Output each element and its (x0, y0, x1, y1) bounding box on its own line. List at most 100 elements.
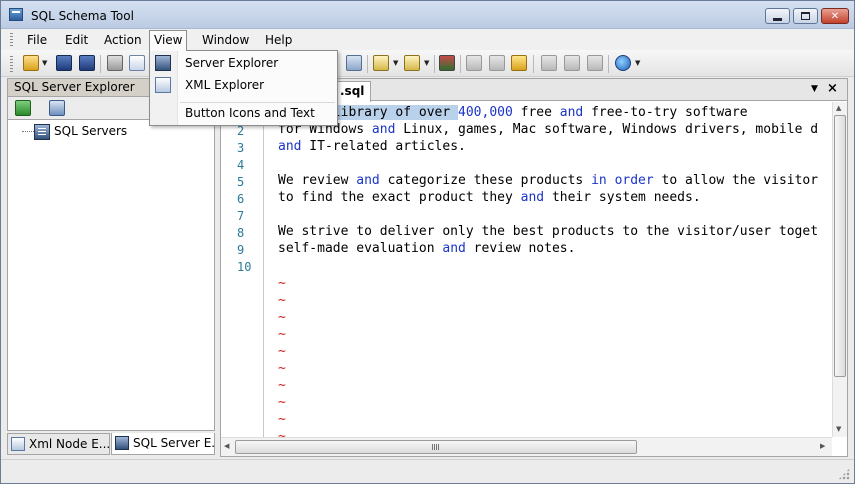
cut-icon[interactable] (107, 55, 123, 71)
vertical-scroll-thumb[interactable] (834, 115, 846, 377)
document-tab[interactable]: .sql (333, 81, 372, 102)
empty-line-marker: ~ (278, 276, 286, 291)
code-token: 400,000 (458, 105, 513, 120)
compare-icon[interactable] (346, 55, 362, 71)
tab-sql-server-explorer[interactable]: SQL Server E... (111, 433, 215, 455)
code-token: free-to-try software (583, 105, 748, 120)
xml-node-icon (11, 437, 25, 451)
code-token: self-made evaluation (278, 241, 443, 256)
line-number: 5 (237, 175, 245, 189)
sync-icon[interactable] (541, 55, 557, 71)
window-title: SQL Schema Tool (31, 9, 134, 23)
keyword-token: and (371, 122, 396, 137)
status-bar (1, 459, 854, 483)
toolbar-grip[interactable] (10, 56, 13, 72)
close-button[interactable]: ✕ (821, 8, 849, 24)
gutter-divider (263, 102, 264, 437)
minimize-button[interactable] (765, 8, 790, 24)
browser-icon[interactable] (615, 55, 631, 71)
empty-line-marker: ~ (278, 327, 286, 342)
menu-file[interactable]: File (23, 32, 51, 48)
keyword-token: and (559, 105, 584, 120)
code-line: self-made evaluation and review notes. (278, 241, 575, 256)
scroll-right-icon[interactable]: ▶ (820, 442, 825, 450)
maximize-button[interactable] (793, 8, 818, 24)
filter-icon[interactable] (564, 55, 580, 71)
code-token: free (512, 105, 560, 120)
line-number-gutter: 12345678910 (221, 102, 265, 437)
empty-line-marker: ~ (278, 293, 286, 308)
open-dropdown-icon[interactable]: ▼ (42, 59, 47, 67)
tab-xml-node-explorer[interactable]: Xml Node E... (7, 433, 110, 455)
menu-view[interactable]: View (149, 30, 188, 51)
code-token: to find the exact product they (278, 190, 521, 205)
code-token: to allow the visitor (653, 173, 819, 188)
empty-line-marker: ~ (278, 344, 286, 359)
menu-grip[interactable] (10, 33, 13, 46)
database-icon[interactable] (511, 55, 527, 71)
app-icon (9, 8, 23, 21)
empty-line-marker: ~ (278, 378, 286, 393)
empty-line-marker: ~ (278, 412, 286, 427)
copy-icon[interactable] (129, 55, 145, 71)
close-document-icon[interactable]: × (827, 81, 838, 96)
edit-table-icon[interactable] (489, 55, 505, 71)
vertical-scrollbar[interactable]: ▲ ▼ (832, 102, 847, 437)
sql-server-explorer-panel: SQL Server Explorer SQL Servers Xml Node… (7, 78, 217, 457)
empty-line-marker: ~ (278, 429, 286, 437)
menu-bar: File Edit Action View Window Help (1, 29, 854, 51)
scroll-up-icon[interactable]: ▲ (836, 104, 841, 112)
tab-label: SQL Server E... (133, 436, 215, 450)
add-server-icon[interactable] (49, 100, 65, 116)
tree-node-label: SQL Servers (54, 124, 128, 138)
generate-icon[interactable] (404, 55, 420, 71)
code-line: to find the exact product they and their… (278, 190, 701, 205)
code-token: Linux, games, Mac software, Windows driv… (395, 122, 819, 137)
menu-window[interactable]: Window (198, 32, 253, 48)
horizontal-scroll-thumb[interactable] (235, 440, 637, 454)
panel-bottom-tabs: Xml Node E... SQL Server E... (7, 433, 217, 455)
code-token: We review (278, 173, 357, 188)
scroll-down-icon[interactable]: ▼ (836, 425, 841, 433)
tab-list-dropdown-icon[interactable]: ▼ (811, 84, 818, 94)
keyword-token: and (442, 241, 466, 256)
line-number: 10 (237, 260, 252, 274)
keyword-token: and (278, 139, 302, 154)
new-table-icon[interactable] (466, 55, 482, 71)
code-token: their system needs. (544, 190, 701, 205)
generate-dropdown-icon[interactable]: ▼ (424, 59, 429, 67)
open-folder-icon[interactable] (23, 55, 39, 71)
maximize-icon (801, 12, 810, 20)
menu-item-label: Server Explorer (185, 56, 279, 70)
tab-label: Xml Node E... (29, 437, 110, 451)
keyword-token: order (614, 173, 654, 188)
resize-grip[interactable] (838, 468, 850, 480)
horizontal-scrollbar[interactable]: ◀ ▶ (221, 437, 832, 456)
line-number: 8 (237, 226, 245, 240)
keyword-token: and (356, 173, 380, 188)
run-icon[interactable] (439, 55, 455, 71)
script-dropdown-icon[interactable]: ▼ (393, 59, 398, 67)
save-icon[interactable] (56, 55, 72, 71)
keyword-token: and (520, 190, 545, 205)
code-line: We review and categorize these products … (278, 173, 818, 188)
menu-item-button-icons-and-text[interactable]: Button Icons and Text (150, 102, 337, 124)
menu-item-xml-explorer[interactable]: XML Explorer (150, 74, 337, 96)
menu-item-server-explorer[interactable]: Server Explorer (150, 52, 337, 74)
refresh-icon[interactable] (15, 100, 31, 116)
refresh-icon[interactable] (587, 55, 603, 71)
scroll-left-icon[interactable]: ◀ (224, 442, 229, 450)
menu-help[interactable]: Help (261, 32, 296, 48)
browser-dropdown-icon[interactable]: ▼ (635, 59, 640, 67)
sql-server-icon (115, 436, 129, 450)
save-all-icon[interactable] (79, 55, 95, 71)
menu-action[interactable]: Action (100, 32, 146, 48)
menu-edit[interactable]: Edit (61, 32, 92, 48)
script-icon[interactable] (373, 55, 389, 71)
code-line: We strive to deliver only the best produ… (278, 224, 818, 239)
code-line: for Windows and Linux, games, Mac softwa… (278, 122, 818, 137)
code-token: We strive to deliver only the best produ… (278, 224, 819, 239)
code-line: and IT-related articles. (278, 139, 466, 154)
code-editor[interactable]: a is a library of over 400,000 free and … (278, 102, 831, 437)
